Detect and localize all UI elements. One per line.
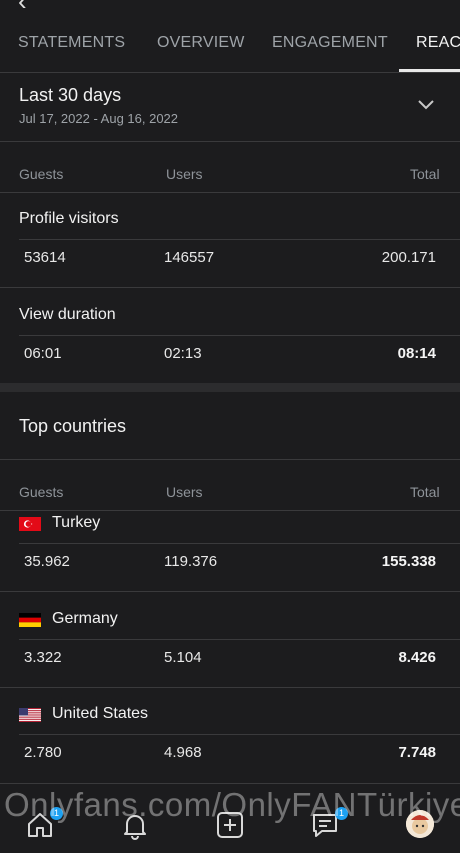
tab-engagement[interactable]: ENGAGEMENT — [272, 34, 388, 52]
countries-column-header: Guests Users Total — [0, 459, 460, 511]
tab-reach[interactable]: REACH — [416, 34, 460, 52]
column-total: Total — [410, 166, 440, 182]
germany-guests: 3.322 — [24, 649, 62, 666]
us-flag-icon — [19, 708, 41, 722]
divider — [0, 687, 460, 688]
period-selector[interactable]: Last 30 days Jul 17, 2022 - Aug 16, 2022 — [0, 73, 460, 142]
period-title: Last 30 days — [19, 85, 122, 105]
column-users: Users — [166, 166, 203, 182]
profile-visitors-label: Profile visitors — [19, 210, 119, 227]
top-countries-title: Top countries — [19, 416, 127, 436]
view-duration-total: 08:14 — [397, 345, 436, 362]
tab-overview[interactable]: OVERVIEW — [157, 34, 245, 52]
divider — [19, 239, 460, 240]
active-tab-indicator — [399, 69, 460, 72]
divider — [19, 543, 460, 544]
germany-total: 8.426 — [398, 649, 436, 666]
us-guests: 2.780 — [24, 744, 62, 761]
view-duration-guests: 06:01 — [24, 345, 62, 362]
stats-column-header: Guests Users Total — [0, 142, 460, 193]
country-name: Turkey — [52, 514, 101, 531]
chevron-down-icon[interactable] — [417, 95, 435, 113]
divider — [19, 335, 460, 336]
us-users: 4.968 — [164, 744, 202, 761]
turkey-users: 119.376 — [164, 553, 218, 570]
column-guests: Guests — [19, 166, 64, 182]
profile-visitors-guests: 53614 — [24, 249, 66, 266]
tr-flag-icon — [19, 517, 41, 531]
column-total: Total — [410, 484, 440, 500]
us-total: 7.748 — [398, 744, 436, 761]
section-separator — [0, 383, 460, 392]
period-range: Jul 17, 2022 - Aug 16, 2022 — [19, 111, 179, 126]
divider — [0, 287, 460, 288]
column-guests: Guests — [19, 484, 64, 500]
profile-visitors-users: 146557 — [164, 249, 215, 266]
view-duration-label: View duration — [19, 306, 116, 323]
view-duration-users: 02:13 — [164, 345, 202, 362]
tab-bar: STATEMENTS OVERVIEW ENGAGEMENT REACH — [0, 12, 460, 73]
profile-visitors-total: 200.171 — [381, 249, 436, 266]
country-name: United States — [52, 705, 149, 722]
turkey-guests: 35.962 — [24, 553, 70, 570]
divider — [19, 639, 460, 640]
column-users: Users — [166, 484, 203, 500]
tab-statements[interactable]: STATEMENTS — [18, 34, 125, 52]
divider — [19, 734, 460, 735]
de-flag-icon — [19, 613, 41, 627]
turkey-total: 155.338 — [381, 553, 436, 570]
back-arrow-icon[interactable]: ‹ — [18, 0, 27, 12]
divider — [0, 591, 460, 592]
country-name: Germany — [52, 610, 118, 627]
divider — [0, 783, 460, 784]
germany-users: 5.104 — [164, 649, 202, 666]
watermark: Onlyfans.com/OnlyFANTürkiye — [4, 786, 460, 823]
top-bar: ‹ — [0, 0, 460, 12]
